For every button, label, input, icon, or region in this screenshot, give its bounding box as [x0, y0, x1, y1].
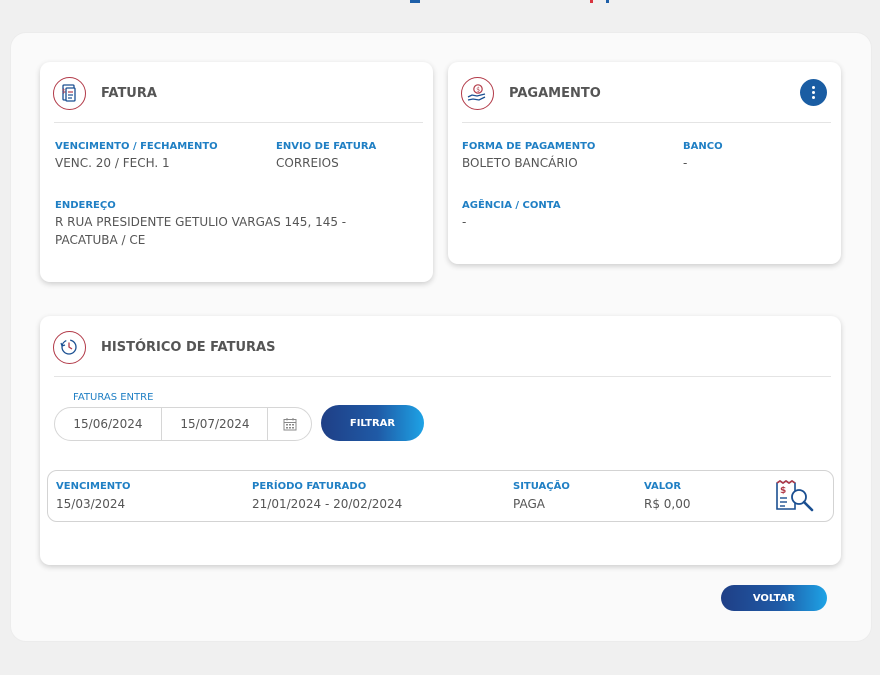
vencimento-col-label: VENCIMENTO	[56, 481, 131, 492]
table-row: VENCIMENTO 15/03/2024 PERÍODO FATURADO 2…	[47, 470, 834, 522]
faturas-entre-label: FATURAS ENTRE	[73, 392, 154, 403]
periodo-cell: 21/01/2024 - 20/02/2024	[252, 497, 403, 511]
vencimento-value: VENC. 20 / FECH. 1	[55, 156, 170, 170]
filtrar-button[interactable]: FILTRAR	[321, 405, 424, 441]
envio-value: CORREIOS	[276, 156, 339, 170]
endereco-value: R RUA PRESIDENTE GETULIO VARGAS 145, 145…	[55, 215, 347, 247]
periodo-col-label: PERÍODO FATURADO	[252, 481, 367, 492]
view-invoice-button[interactable]: $	[774, 479, 816, 513]
date-to-input[interactable]	[162, 408, 268, 440]
invoice-icon: $	[53, 77, 86, 110]
envio-label: ENVIO DE FATURA	[276, 141, 377, 152]
more-options-button[interactable]	[800, 79, 827, 106]
banco-label: BANCO	[683, 141, 723, 152]
situacao-cell: PAGA	[513, 497, 545, 511]
svg-text:$: $	[62, 88, 66, 95]
header-divider	[54, 376, 831, 377]
header-divider	[54, 122, 423, 123]
situacao-col-label: SITUAÇÃO	[513, 481, 570, 492]
vencimento-cell: 15/03/2024	[56, 497, 126, 511]
svg-text:$: $	[780, 486, 786, 496]
top-strip	[0, 0, 880, 4]
more-vertical-icon	[812, 91, 815, 94]
svg-text:$: $	[476, 86, 480, 93]
fatura-card-header: $ FATURA	[40, 62, 433, 123]
vencimento-label: VENCIMENTO / FECHAMENTO	[55, 141, 218, 152]
valor-col-label: VALOR	[644, 481, 682, 492]
pagamento-card-header: $ PAGAMENTO	[448, 62, 841, 123]
top-mark	[606, 0, 609, 3]
history-clock-icon	[53, 331, 86, 364]
voltar-button[interactable]: VOLTAR	[721, 585, 827, 611]
date-from-input[interactable]	[55, 408, 161, 440]
more-vertical-icon	[812, 86, 815, 89]
pagamento-card: $ PAGAMENTO FORMA DE PAGAMENTO BOLETO BA…	[448, 62, 841, 264]
calendar-button[interactable]	[268, 408, 311, 440]
date-range-picker	[54, 407, 312, 441]
more-vertical-icon	[812, 96, 815, 99]
calendar-icon	[283, 418, 297, 431]
pagamento-title: PAGAMENTO	[509, 86, 601, 101]
valor-cell: R$ 0,00	[644, 497, 691, 511]
endereco-label: ENDEREÇO	[55, 200, 116, 211]
top-mark	[590, 0, 593, 3]
header-divider	[462, 122, 831, 123]
historico-title: HISTÓRICO DE FATURAS	[101, 340, 276, 355]
forma-pagamento-label: FORMA DE PAGAMENTO	[462, 141, 596, 152]
banco-value: -	[683, 156, 688, 170]
agencia-label: AGÊNCIA / CONTA	[462, 200, 561, 211]
payment-hand-icon: $	[461, 77, 494, 110]
historico-card-header: HISTÓRICO DE FATURAS	[40, 316, 841, 377]
fatura-title: FATURA	[101, 86, 157, 101]
top-mark	[410, 0, 420, 3]
agencia-value: -	[462, 215, 467, 229]
invoice-search-icon: $	[776, 480, 814, 512]
fatura-card: $ FATURA VENCIMENTO / FECHAMENTO VENC. 2…	[40, 62, 433, 282]
forma-pagamento-value: BOLETO BANCÁRIO	[462, 156, 578, 170]
